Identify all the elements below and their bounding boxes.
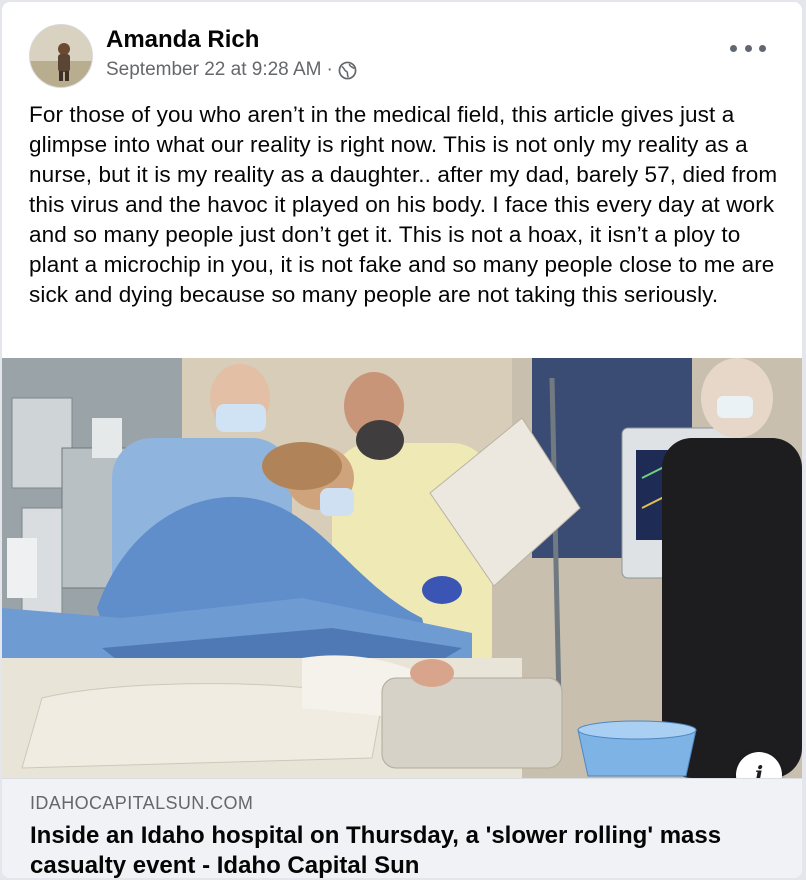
post-card: Amanda Rich September 22 at 9:28 AM · Fo… bbox=[2, 2, 802, 878]
avatar[interactable] bbox=[29, 24, 93, 88]
author-name[interactable]: Amanda Rich bbox=[106, 26, 259, 54]
post-timestamp[interactable]: September 22 at 9:28 AM bbox=[106, 59, 321, 81]
more-dot bbox=[759, 44, 766, 52]
post-meta: September 22 at 9:28 AM · bbox=[106, 59, 357, 81]
more-dot bbox=[744, 44, 752, 52]
link-preview[interactable]: IDAHOCAPITALSUN.COM Inside an Idaho hosp… bbox=[2, 778, 802, 878]
more-dot bbox=[730, 44, 737, 52]
more-options-icon[interactable] bbox=[730, 36, 766, 60]
link-title[interactable]: Inside an Idaho hospital on Thursday, a … bbox=[30, 821, 770, 878]
globe-icon[interactable] bbox=[338, 61, 357, 80]
link-preview-image[interactable] bbox=[2, 358, 802, 778]
post-text: For those of you who aren’t in the medic… bbox=[29, 102, 778, 307]
link-domain: IDAHOCAPITALSUN.COM bbox=[30, 793, 254, 813]
meta-separator: · bbox=[326, 59, 333, 80]
